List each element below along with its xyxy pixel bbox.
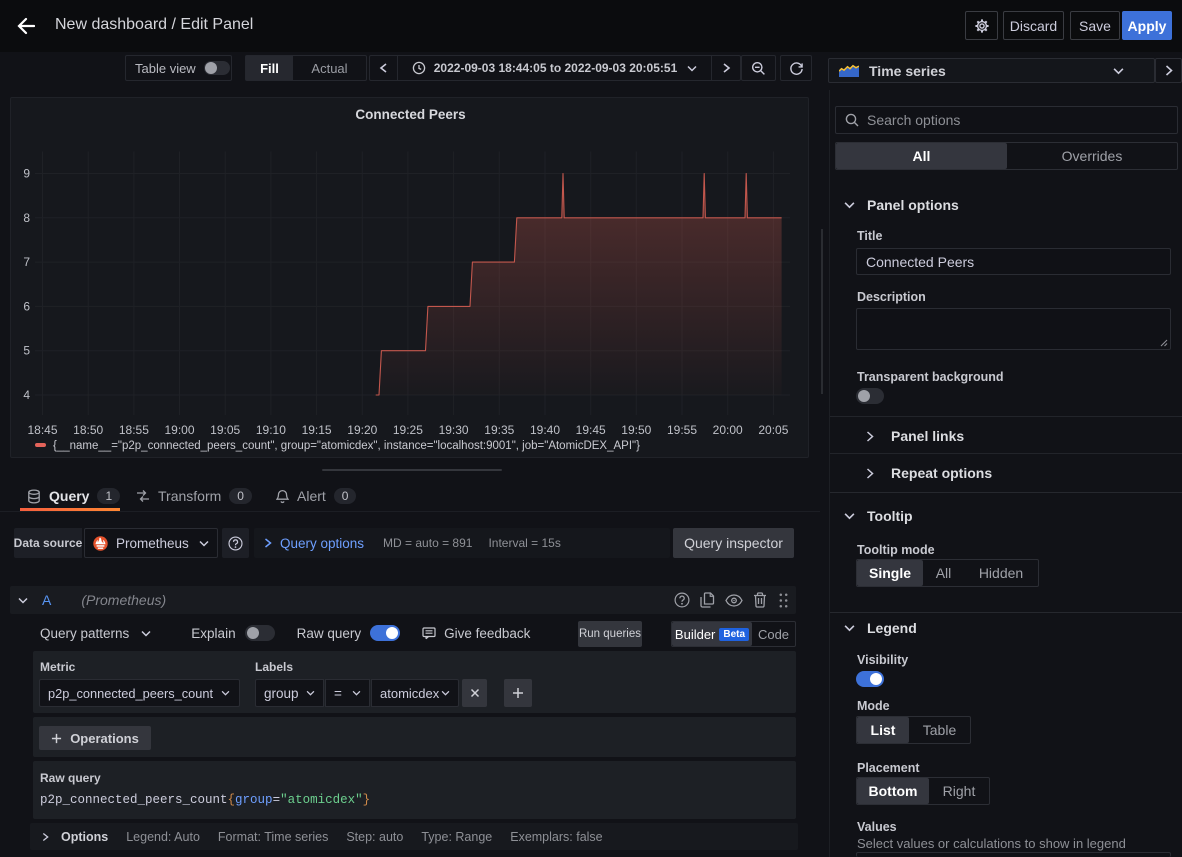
svg-text:19:40: 19:40 — [530, 423, 560, 437]
svg-text:19:50: 19:50 — [621, 423, 651, 437]
svg-text:19:35: 19:35 — [484, 423, 514, 437]
svg-text:19:00: 19:00 — [164, 423, 194, 437]
svg-text:20:05: 20:05 — [758, 423, 788, 437]
svg-text:19:15: 19:15 — [302, 423, 332, 437]
svg-text:7: 7 — [23, 255, 30, 269]
svg-text:18:50: 18:50 — [73, 423, 103, 437]
svg-text:19:55: 19:55 — [667, 423, 697, 437]
svg-text:19:05: 19:05 — [210, 423, 240, 437]
svg-text:4: 4 — [23, 388, 30, 402]
svg-text:9: 9 — [23, 167, 30, 181]
svg-text:19:30: 19:30 — [439, 423, 469, 437]
svg-text:19:20: 19:20 — [347, 423, 377, 437]
svg-text:19:10: 19:10 — [256, 423, 286, 437]
svg-text:8: 8 — [23, 211, 30, 225]
svg-text:5: 5 — [23, 344, 30, 358]
svg-text:18:45: 18:45 — [27, 423, 57, 437]
svg-text:18:55: 18:55 — [119, 423, 149, 437]
svg-text:{__name__="p2p_connected_peers: {__name__="p2p_connected_peers_count", g… — [53, 440, 640, 452]
svg-text:6: 6 — [23, 299, 30, 313]
svg-text:19:25: 19:25 — [393, 423, 423, 437]
svg-text:20:00: 20:00 — [713, 423, 743, 437]
svg-text:19:45: 19:45 — [576, 423, 606, 437]
